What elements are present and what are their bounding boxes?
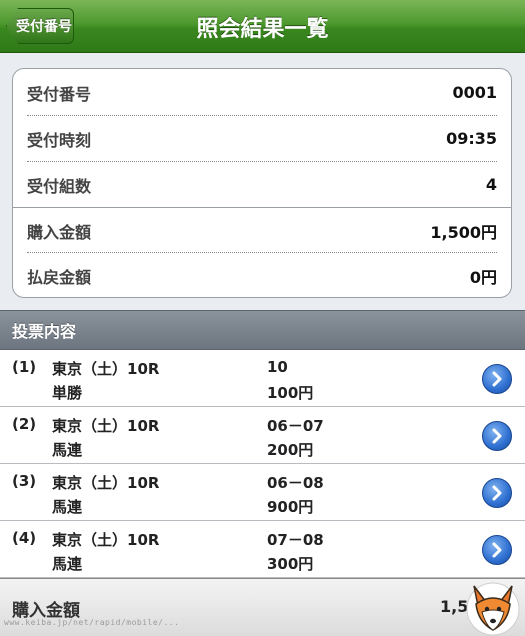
- chevron-right-circle-icon[interactable]: [482, 421, 512, 451]
- race-name: 東京（土）10R: [52, 531, 160, 549]
- list-item[interactable]: (4) 東京（土）10R 馬連 07－08 300円: [0, 521, 525, 578]
- chevron-right-circle-icon[interactable]: [482, 478, 512, 508]
- bet-amount: 200円: [267, 441, 314, 459]
- chevron-right-circle-icon[interactable]: [482, 535, 512, 565]
- summary-row-purchase-amount: 購入金額 1,500円: [27, 208, 497, 253]
- list-item[interactable]: (2) 東京（土）10R 馬連 06－07 200円: [0, 407, 525, 464]
- summary-label: 受付時刻: [27, 130, 92, 150]
- race-name: 東京（土）10R: [52, 360, 160, 378]
- bet-index: (3): [12, 472, 37, 490]
- summary-row-set-count: 受付組数 4: [27, 162, 497, 207]
- chevron-right-circle-icon[interactable]: [482, 364, 512, 394]
- navigation-bar: 受付番号 照会結果一覧: [0, 0, 525, 53]
- section-header-bet-contents: 投票内容: [0, 310, 525, 350]
- summary-label: 受付組数: [27, 176, 92, 196]
- bet-amount: 100円: [267, 384, 314, 402]
- bet-list: (1) 東京（土）10R 単勝 10 100円 (2) 東京（土）10R 馬連 …: [0, 350, 525, 578]
- page-title: 照会結果一覧: [196, 16, 329, 42]
- race-name: 東京（土）10R: [52, 474, 160, 492]
- bet-index: (4): [12, 529, 37, 547]
- list-item[interactable]: (3) 東京（土）10R 馬連 06－08 900円: [0, 464, 525, 521]
- summary-value: 0円: [469, 267, 497, 287]
- bet-amount: 900円: [267, 498, 314, 516]
- summary-value: 4: [485, 175, 497, 194]
- summary-row-receipt-number: 受付番号 0001: [27, 70, 497, 115]
- bet-combination: 07－08: [267, 531, 324, 549]
- summary-value: 09:35: [446, 129, 497, 148]
- bet-type: 馬連: [52, 441, 83, 459]
- summary-label: 購入金額: [27, 222, 92, 242]
- bet-type: 馬連: [52, 555, 83, 573]
- summary-label: 払戻金額: [27, 267, 92, 287]
- bet-index: (2): [12, 415, 37, 433]
- bet-combination: 06－07: [267, 417, 324, 435]
- fox-logo: [466, 582, 520, 636]
- summary-row-payout-amount: 払戻金額 0円: [27, 253, 497, 297]
- summary-value: 0001: [452, 83, 497, 102]
- bet-combination: 06－08: [267, 474, 324, 492]
- total-footer: 購入金額 1,5: [0, 578, 525, 636]
- bet-type: 単勝: [52, 384, 83, 402]
- summary-label: 受付番号: [27, 84, 92, 104]
- race-name: 東京（土）10R: [52, 417, 160, 435]
- bet-index: (1): [12, 358, 37, 376]
- bet-combination: 10: [267, 358, 288, 376]
- watermark-text: www.keiba.jp/net/rapid/mobile/...: [4, 618, 180, 627]
- receipt-summary-card: 受付番号 0001 受付時刻 09:35 受付組数 4 購入金額 1,500円 …: [12, 68, 512, 298]
- bet-type: 馬連: [52, 498, 83, 516]
- summary-row-receipt-time: 受付時刻 09:35: [27, 116, 497, 161]
- bet-amount: 300円: [267, 555, 314, 573]
- list-item[interactable]: (1) 東京（土）10R 単勝 10 100円: [0, 350, 525, 407]
- summary-value: 1,500円: [430, 222, 497, 242]
